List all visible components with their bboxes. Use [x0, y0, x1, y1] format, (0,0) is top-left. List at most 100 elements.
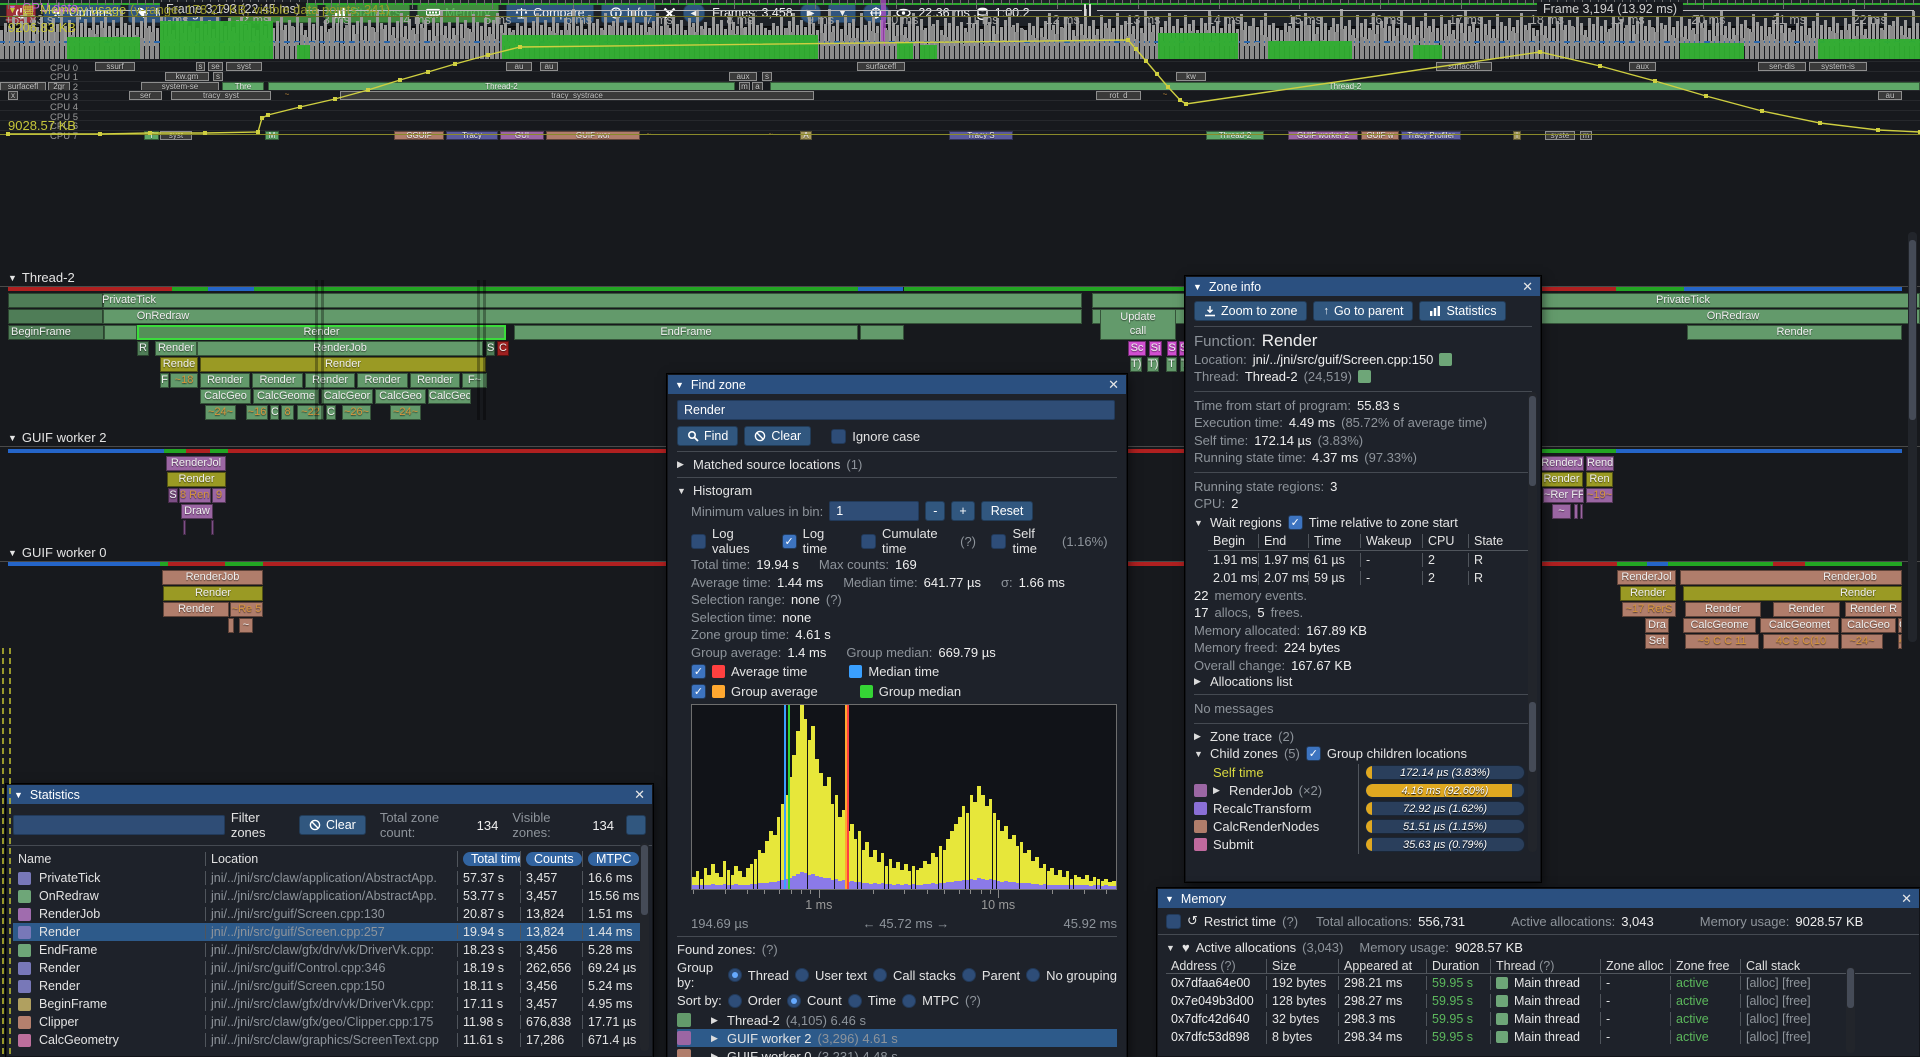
allocation-row[interactable]: 0x7dfc42d64032 bytes298.3 ms59.95 sMain …	[1166, 1010, 1911, 1028]
zone[interactable]	[183, 520, 186, 535]
min-bin-input[interactable]: 1	[829, 501, 919, 521]
zone[interactable]: ~19~	[1586, 488, 1613, 503]
zone[interactable]	[1683, 586, 1902, 601]
thread-header[interactable]: ▼GUIF worker 2	[8, 430, 106, 445]
search-input[interactable]: Render	[677, 400, 1115, 420]
zone[interactable]: ~9 C C 11	[1685, 634, 1759, 649]
zone-trace-expander[interactable]: ▶Zone trace(2)	[1194, 729, 1532, 744]
statistics-row[interactable]: RenderJobjni/../jni/src/guif/Screen.cpp:…	[13, 905, 646, 923]
groupby-radio[interactable]	[795, 968, 809, 982]
statistics-scrollbar[interactable]	[640, 843, 649, 1051]
zone[interactable]: Rende	[160, 357, 198, 372]
zone[interactable]: ~24~	[390, 405, 421, 420]
child-zone-row[interactable]: CalcRenderNodes51.51 µs (1.15%)	[1194, 818, 1532, 836]
filter-input[interactable]	[13, 815, 225, 835]
collapse-icon[interactable]: ▼	[14, 790, 23, 800]
zone[interactable]: Render	[1685, 602, 1761, 617]
sort-mtpc[interactable]: MTPC	[588, 852, 639, 866]
option-checkbox[interactable]	[861, 534, 876, 549]
zone[interactable]: Dra	[1645, 618, 1669, 633]
zone[interactable]: S	[486, 341, 495, 356]
zone[interactable]: Render	[252, 373, 303, 388]
zone[interactable]: 4C 9 C(10	[1763, 634, 1839, 649]
find-zone-titlebar[interactable]: ▼ Find zone ✕	[668, 375, 1126, 394]
zone[interactable]	[103, 309, 1082, 324]
sort-counts[interactable]: Counts	[526, 852, 582, 866]
close-icon[interactable]: ✕	[1522, 279, 1533, 295]
allocations-list-expander[interactable]: ▶Allocations list	[1194, 674, 1532, 689]
bin-plus-button[interactable]: +	[951, 501, 974, 521]
allocation-row[interactable]: 0x7dfaa64e00192 bytes298.21 ms59.95 sMai…	[1166, 974, 1911, 992]
cut-button[interactable]	[626, 815, 646, 835]
zone[interactable]: Render R	[1845, 602, 1902, 617]
zone[interactable]: Updatecall	[1100, 309, 1176, 340]
zone[interactable]: Render	[163, 586, 263, 601]
zone[interactable]: S	[168, 488, 178, 503]
statistics-row[interactable]: Renderjni/../jni/src/guif/Screen.cpp:257…	[13, 923, 646, 941]
zone[interactable]: Render	[1773, 602, 1840, 617]
zone[interactable]: BeginFrame	[8, 325, 104, 340]
zone[interactable]: RenderJob	[162, 570, 263, 585]
zone[interactable]: C	[1898, 618, 1902, 633]
find-button[interactable]: Find	[677, 426, 738, 446]
histogram-expander[interactable]: ▼Histogram	[677, 483, 1117, 498]
go-to-parent-button[interactable]: ↑Go to parent	[1313, 301, 1413, 321]
zone[interactable]: CalcGeor	[321, 389, 373, 404]
zone[interactable]	[228, 618, 234, 633]
allocations-table-header[interactable]: Address (?)SizeAppeared atDurationThread…	[1166, 959, 1911, 974]
close-icon[interactable]: ✕	[1108, 377, 1119, 393]
sortby-radio[interactable]	[902, 994, 916, 1008]
zone[interactable]	[1574, 504, 1578, 519]
zone[interactable]: 8 Rend	[179, 488, 211, 503]
group-children-checkbox[interactable]: ✓	[1306, 746, 1321, 761]
zone[interactable]: C	[326, 405, 336, 420]
matched-source-locations[interactable]: ▶Matched source locations(1)	[677, 457, 1117, 472]
zone[interactable]: ~17 RerS	[1622, 602, 1676, 617]
zone[interactable]: Render	[200, 357, 486, 372]
thread-header[interactable]: ▼Thread-2	[8, 270, 75, 285]
zone[interactable]: RenderJol	[166, 456, 226, 471]
zone[interactable]	[860, 325, 904, 340]
zone[interactable]: ~22	[297, 405, 324, 420]
relative-time-checkbox[interactable]: ✓	[1288, 515, 1303, 530]
legend-checkbox[interactable]: ✓	[691, 684, 706, 699]
zone[interactable]: C	[497, 341, 509, 356]
found-zone-row[interactable]: ▶Thread-2(4,105) 6.46 s	[677, 1011, 1117, 1029]
zone[interactable]: Set	[1645, 634, 1669, 649]
zone[interactable]: C	[270, 405, 279, 420]
groupby-radio[interactable]	[962, 968, 976, 982]
zone[interactable]: T)	[1147, 357, 1159, 372]
child-zone-row[interactable]: Self time172.14 µs (3.83%)	[1194, 764, 1532, 782]
zone[interactable]	[8, 309, 103, 324]
wait-regions-expander[interactable]: ▼Wait regions✓Time relative to zone star…	[1194, 513, 1532, 533]
zone[interactable]	[1580, 504, 1583, 519]
zone[interactable]	[104, 325, 137, 340]
zone[interactable]: ~	[1552, 504, 1571, 519]
zone[interactable]: Ren	[1586, 472, 1613, 487]
active-allocations-expander[interactable]: ▼ ♥ Active allocations (3,043) Memory us…	[1166, 940, 1911, 955]
zone[interactable]: F~	[462, 373, 487, 388]
zone[interactable]: EndFrame	[514, 325, 858, 340]
child-zones-expander[interactable]: ▼Child zones(5)✓Group children locations	[1194, 744, 1532, 764]
zone[interactable]: 8	[281, 405, 294, 420]
zone[interactable]: T	[1166, 357, 1177, 372]
statistics-row[interactable]: OnRedrawjni/../jni/src/claw/application/…	[13, 887, 646, 905]
zone[interactable]: Render	[410, 373, 460, 388]
zone[interactable]: CalcGeome	[253, 389, 319, 404]
statistics-table-header[interactable]: NameLocationTotal timeCountsMTPC	[13, 851, 646, 867]
statistics-row[interactable]: PrivateTickjni/../jni/src/claw/applicati…	[13, 869, 646, 887]
zone[interactable]: Render	[357, 373, 408, 388]
collapse-icon[interactable]: ▼	[1193, 282, 1202, 292]
option-checkbox[interactable]	[691, 534, 706, 549]
bin-minus-button[interactable]: -	[925, 501, 945, 521]
ignore-case-checkbox[interactable]	[831, 429, 846, 444]
statistics-row[interactable]: BeginFramejni/../jni/src/claw/gfx/drv/vk…	[13, 995, 646, 1013]
zone[interactable]: Sc	[1128, 341, 1146, 356]
zone[interactable]	[103, 293, 1082, 308]
zone[interactable]: S	[1167, 341, 1177, 356]
statistics-row[interactable]: CalcGeometryjni/../jni/src/claw/graphics…	[13, 1031, 646, 1049]
child-zone-row[interactable]: ▶RenderJob(×2)4.16 ms (92.60%)	[1194, 782, 1532, 800]
zone[interactable]: Render	[200, 373, 250, 388]
zone[interactable]: ~Re 5	[230, 602, 263, 617]
zone[interactable]	[211, 520, 214, 535]
